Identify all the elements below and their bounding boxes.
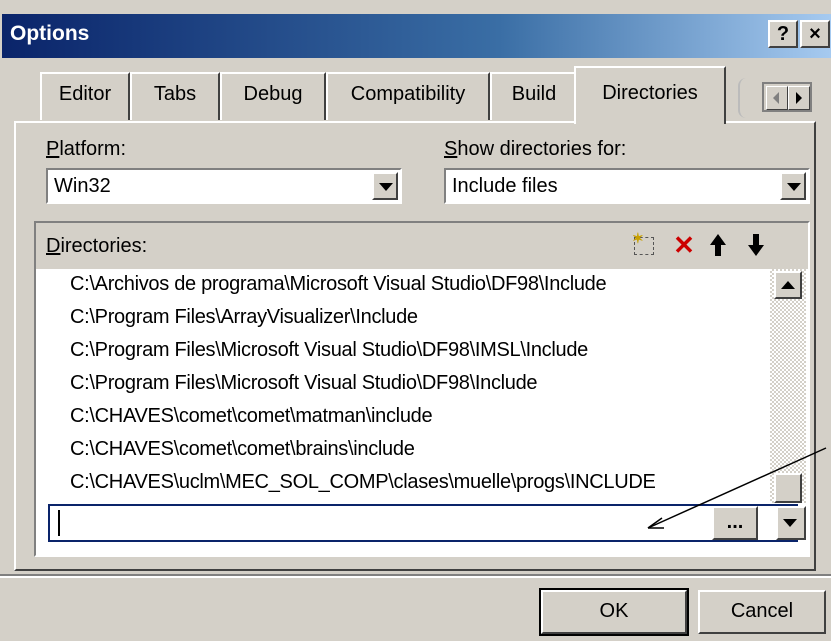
list-item[interactable]: C:\Archivos de programa\Microsoft Visual…: [70, 273, 607, 296]
list-item[interactable]: C:\Program Files\ArrayVisualizer\Include: [70, 306, 418, 329]
directory-path-input[interactable]: [54, 508, 698, 538]
cancel-button[interactable]: Cancel: [698, 590, 826, 634]
list-item[interactable]: C:\CHAVES\comet\comet\brains\include: [70, 438, 415, 461]
platform-label-text: latform:: [59, 138, 127, 160]
tab-scroll-right-button[interactable]: [788, 86, 810, 110]
platform-select[interactable]: Win32: [46, 168, 402, 204]
chevron-down-icon: [787, 183, 801, 191]
bottom-separator: [0, 574, 831, 578]
show-directories-value: Include files: [452, 175, 558, 197]
move-down-button[interactable]: [742, 231, 770, 259]
tab-overflow-indicator: [738, 78, 754, 118]
show-directories-select[interactable]: Include files: [444, 168, 810, 204]
title-bar[interactable]: Options ? ×: [2, 14, 831, 58]
move-down-icon: [748, 234, 764, 256]
delete-button[interactable]: ✕: [670, 231, 698, 259]
platform-dropdown-button[interactable]: [372, 172, 398, 200]
list-item[interactable]: C:\Program Files\Microsoft Visual Studio…: [70, 339, 588, 362]
sparkle-icon: ✶: [632, 230, 644, 246]
delete-icon: ✕: [673, 230, 695, 260]
options-dialog: Options ? × Editor Tabs Debug Compatibil…: [0, 0, 831, 641]
tab-debug[interactable]: Debug: [220, 72, 326, 120]
ok-button[interactable]: OK: [539, 588, 689, 636]
tab-compatibility[interactable]: Compatibility: [326, 72, 490, 120]
help-button[interactable]: ?: [768, 20, 798, 48]
tab-directories[interactable]: Directories: [574, 66, 726, 124]
close-button[interactable]: ×: [800, 20, 830, 48]
tab-editor[interactable]: Editor: [40, 72, 130, 120]
tab-tabs[interactable]: Tabs: [130, 72, 220, 120]
tab-build[interactable]: Build: [490, 72, 578, 120]
directories-label-text: irectories:: [60, 235, 148, 257]
tab-scroll-control: [762, 82, 812, 112]
directories-label-mnemonic: D: [46, 235, 61, 257]
show-directories-label: Show directories for:: [444, 138, 626, 161]
window-title: Options: [10, 22, 90, 45]
chevron-down-icon: [379, 183, 393, 191]
right-arrow-icon: [796, 92, 802, 104]
platform-label: Platform:: [46, 138, 126, 161]
tab-scroll-left-button[interactable]: [766, 86, 788, 110]
move-up-icon: [710, 234, 726, 256]
directories-label: Directories:: [46, 235, 147, 258]
directories-header: Directories: ✶ ✕: [36, 223, 808, 269]
text-caret: [58, 510, 60, 536]
list-item[interactable]: C:\CHAVES\uclm\MEC_SOL_COMP\clases\muell…: [70, 471, 656, 494]
platform-label-mnemonic: P: [46, 138, 60, 160]
show-directories-label-mnemonic: S: [444, 138, 458, 160]
new-directory-button[interactable]: ✶: [630, 231, 658, 259]
left-arrow-icon: [773, 92, 779, 104]
show-directories-dropdown-button[interactable]: [780, 172, 806, 200]
platform-value: Win32: [54, 175, 111, 197]
scroll-up-button[interactable]: [774, 271, 802, 299]
chevron-up-icon: [781, 281, 795, 289]
show-directories-label-text: how directories for:: [457, 138, 627, 160]
list-item[interactable]: C:\CHAVES\comet\comet\matman\include: [70, 405, 433, 428]
annotation-arrow-icon: [647, 447, 827, 529]
move-up-button[interactable]: [704, 231, 732, 259]
list-item[interactable]: C:\Program Files\Microsoft Visual Studio…: [70, 372, 538, 395]
